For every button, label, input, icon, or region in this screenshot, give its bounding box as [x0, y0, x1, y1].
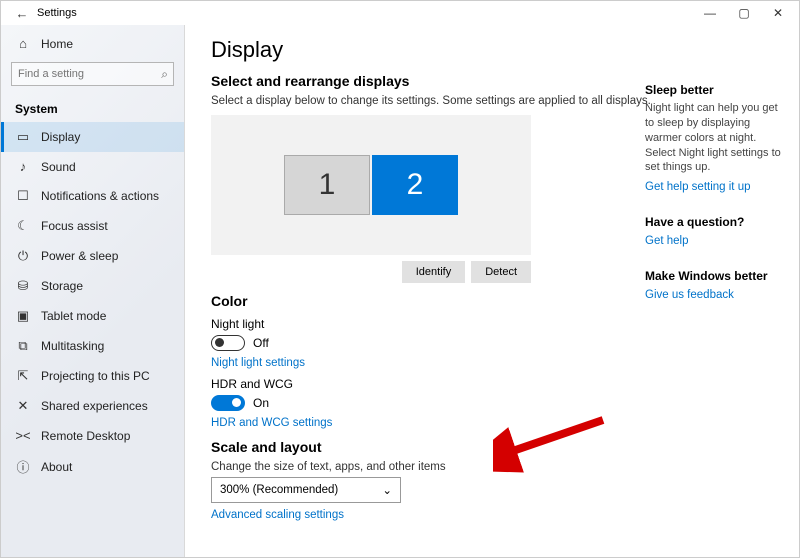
- sleep-help-link[interactable]: Get help setting it up: [645, 181, 785, 193]
- nav-label: Focus assist: [41, 219, 108, 233]
- sidebar-item-power-sleep[interactable]: ⏻ Power & sleep: [1, 241, 184, 271]
- search-icon: ⌕: [161, 67, 168, 82]
- scale-heading: Scale and layout: [211, 439, 781, 455]
- main-content: Display Select and rearrange displays Se…: [185, 25, 799, 557]
- detect-button[interactable]: Detect: [471, 261, 531, 283]
- home-nav[interactable]: ⌂ Home: [1, 29, 184, 58]
- hdr-label: HDR and WCG: [211, 377, 781, 391]
- home-icon: ⌂: [15, 36, 31, 51]
- sidebar: ⌂ Home ⌕ System ▭ Display ♪ Sound ☐ Notificat…: [1, 25, 185, 557]
- nav-icon: ♪: [15, 159, 31, 174]
- nav-label: Power & sleep: [41, 249, 118, 263]
- sidebar-item-focus-assist[interactable]: ☾ Focus assist: [1, 211, 184, 241]
- titlebar: ← Settings ― ▢ ✕: [1, 1, 799, 25]
- nav-label: About: [41, 460, 72, 474]
- nav-icon: ⏻: [15, 248, 31, 264]
- sidebar-item-projecting-to-this-pc[interactable]: ⇱ Projecting to this PC: [1, 361, 184, 391]
- hdr-toggle[interactable]: [211, 395, 245, 411]
- nav-label: Remote Desktop: [41, 429, 130, 443]
- search-input[interactable]: [11, 62, 174, 86]
- home-label: Home: [41, 37, 73, 51]
- night-light-toggle[interactable]: [211, 335, 245, 351]
- question-heading: Have a question?: [645, 215, 785, 229]
- nav-icon: ✕: [15, 398, 31, 414]
- get-help-link[interactable]: Get help: [645, 235, 785, 247]
- back-button[interactable]: ←: [11, 2, 33, 24]
- identify-button[interactable]: Identify: [402, 261, 465, 283]
- sleep-better-heading: Sleep better: [645, 83, 785, 97]
- scale-desc: Change the size of text, apps, and other…: [211, 461, 781, 473]
- sidebar-item-sound[interactable]: ♪ Sound: [1, 152, 184, 181]
- monitor-2[interactable]: 2: [372, 155, 458, 215]
- sidebar-group: System: [1, 94, 184, 122]
- nav-icon: ▭: [15, 129, 31, 145]
- nav-icon: ⓘ: [15, 457, 31, 476]
- nav-icon: ☾: [15, 218, 31, 234]
- chevron-down-icon: ⌄: [382, 483, 392, 497]
- nav-icon: ⇱: [15, 368, 31, 384]
- sidebar-item-shared-experiences[interactable]: ✕ Shared experiences: [1, 391, 184, 421]
- advanced-scaling-link[interactable]: Advanced scaling settings: [211, 509, 781, 521]
- window-controls: ― ▢ ✕: [693, 1, 795, 25]
- help-panel: Sleep better Night light can help you ge…: [645, 83, 785, 323]
- feedback-heading: Make Windows better: [645, 269, 785, 283]
- close-button[interactable]: ✕: [761, 1, 795, 25]
- monitor-1[interactable]: 1: [284, 155, 370, 215]
- sidebar-item-about[interactable]: ⓘ About: [1, 450, 184, 483]
- window-title: Settings: [33, 7, 693, 19]
- sleep-better-text: Night light can help you get to sleep by…: [645, 101, 785, 175]
- nav-icon: ▣: [15, 308, 31, 324]
- night-light-state: Off: [253, 336, 269, 350]
- nav-icon: ⧉: [15, 338, 31, 354]
- nav-label: Shared experiences: [41, 399, 148, 413]
- nav-label: Multitasking: [41, 339, 104, 353]
- nav-label: Projecting to this PC: [41, 369, 150, 383]
- minimize-button[interactable]: ―: [693, 1, 727, 25]
- nav-label: Display: [41, 130, 80, 144]
- sidebar-item-tablet-mode[interactable]: ▣ Tablet mode: [1, 301, 184, 331]
- nav-label: Tablet mode: [41, 309, 106, 323]
- sidebar-item-remote-desktop[interactable]: >< Remote Desktop: [1, 421, 184, 450]
- page-title: Display: [211, 37, 781, 63]
- nav-label: Notifications & actions: [41, 189, 159, 203]
- sidebar-item-display[interactable]: ▭ Display: [1, 122, 184, 152]
- nav-icon: ><: [15, 428, 31, 443]
- hdr-state: On: [253, 396, 269, 410]
- displays-area[interactable]: 1 2: [211, 115, 531, 255]
- night-light-settings-link[interactable]: Night light settings: [211, 357, 781, 369]
- nav-icon: ☐: [15, 188, 31, 204]
- feedback-link[interactable]: Give us feedback: [645, 289, 785, 301]
- nav-label: Storage: [41, 279, 83, 293]
- maximize-button[interactable]: ▢: [727, 1, 761, 25]
- sidebar-item-notifications-actions[interactable]: ☐ Notifications & actions: [1, 181, 184, 211]
- sidebar-item-storage[interactable]: ⛁ Storage: [1, 271, 184, 301]
- hdr-settings-link[interactable]: HDR and WCG settings: [211, 417, 781, 429]
- nav-icon: ⛁: [15, 278, 31, 294]
- nav-label: Sound: [41, 160, 76, 174]
- sidebar-item-multitasking[interactable]: ⧉ Multitasking: [1, 331, 184, 361]
- scale-value: 300% (Recommended): [220, 484, 338, 496]
- scale-dropdown[interactable]: 300% (Recommended) ⌄: [211, 477, 401, 503]
